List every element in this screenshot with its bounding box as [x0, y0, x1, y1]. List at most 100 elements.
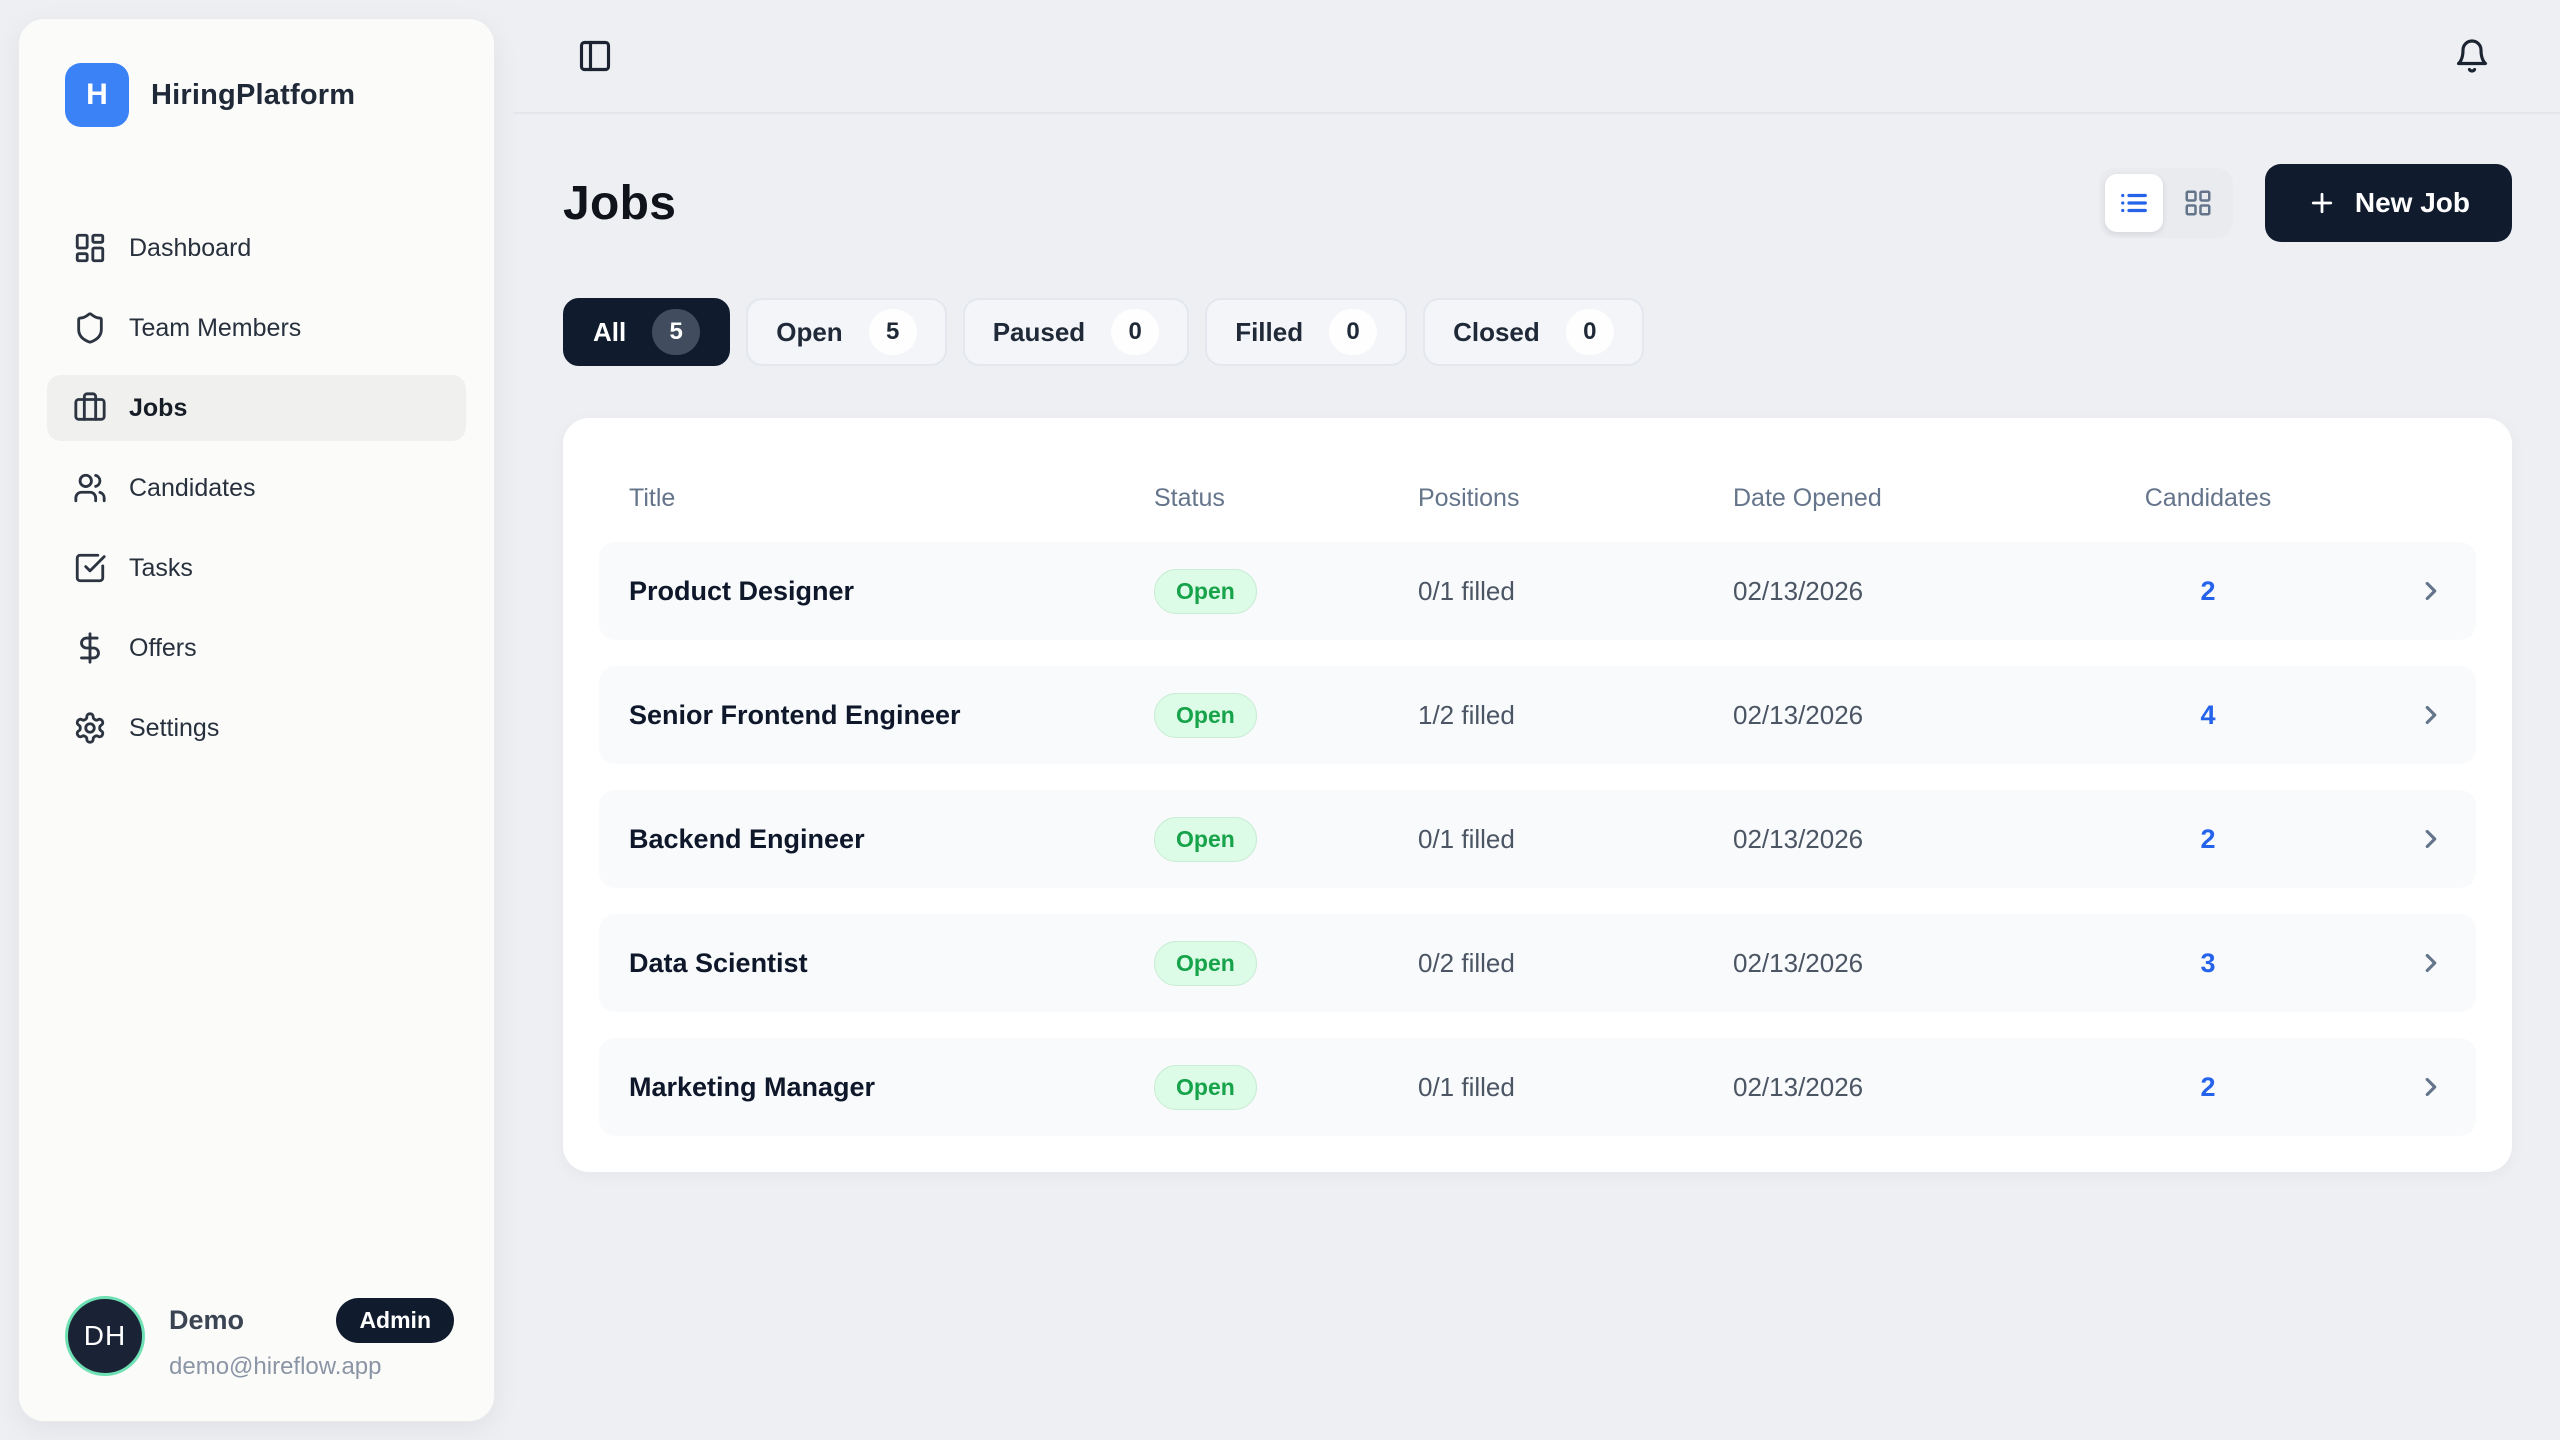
job-title: Product Designer — [629, 576, 1154, 607]
sidebar-nav: Dashboard Team Members Jobs Candidates T… — [47, 215, 466, 761]
sidebar-item-label: Settings — [129, 714, 219, 743]
sidebar-item[interactable]: Jobs — [47, 375, 466, 441]
positions-filled: 0/1 filled — [1418, 824, 1733, 855]
positions-filled: 1/2 filled — [1418, 700, 1733, 731]
date-opened: 02/13/2026 — [1733, 1072, 2132, 1103]
sidebar-item-label: Candidates — [129, 474, 255, 503]
app-logo-letter: H — [86, 78, 108, 112]
table-row[interactable]: Backend Engineer Open 0/1 filled 02/13/2… — [599, 790, 2476, 888]
col-date-opened: Date Opened — [1733, 484, 2132, 513]
sidebar-item[interactable]: Tasks — [47, 535, 466, 601]
list-view-icon — [2119, 188, 2149, 218]
page-title: Jobs — [563, 176, 676, 231]
sidebar-item[interactable]: Candidates — [47, 455, 466, 521]
status-badge: Open — [1154, 941, 1257, 986]
filter-tab[interactable]: Filled 0 — [1205, 298, 1407, 366]
grid-view-icon — [2183, 188, 2213, 218]
filter-label: Open — [776, 317, 842, 348]
dollar-icon — [73, 631, 107, 665]
col-status: Status — [1154, 484, 1418, 513]
col-title: Title — [629, 484, 1154, 513]
user-profile[interactable]: DH Demo Admin demo@hireflow.app — [65, 1296, 454, 1381]
grid-view-button[interactable] — [2169, 174, 2227, 232]
filter-tab[interactable]: Open 5 — [746, 298, 946, 366]
candidates-count[interactable]: 2 — [2132, 576, 2284, 607]
new-job-button[interactable]: New Job — [2265, 164, 2512, 242]
sidebar-item[interactable]: Settings — [47, 695, 466, 761]
job-title: Backend Engineer — [629, 824, 1154, 855]
view-toggle — [2099, 168, 2233, 238]
chevron-right-icon[interactable] — [2416, 824, 2446, 854]
avatar-initials: DH — [84, 1320, 126, 1352]
jobs-table-card: Title Status Positions Date Opened Candi… — [563, 418, 2512, 1172]
sidebar: H HiringPlatform Dashboard Team Members … — [18, 18, 495, 1422]
chevron-right-icon[interactable] — [2416, 576, 2446, 606]
positions-filled: 0/2 filled — [1418, 948, 1733, 979]
filter-label: Closed — [1453, 317, 1540, 348]
sidebar-item-label: Offers — [129, 634, 197, 663]
filter-tab[interactable]: Closed 0 — [1423, 298, 1644, 366]
col-positions: Positions — [1418, 484, 1733, 513]
shield-icon — [73, 311, 107, 345]
table-row[interactable]: Product Designer Open 0/1 filled 02/13/2… — [599, 542, 2476, 640]
user-email: demo@hireflow.app — [169, 1353, 454, 1381]
filter-count-badge: 5 — [869, 309, 917, 355]
job-title: Senior Frontend Engineer — [629, 700, 1154, 731]
table-header: Title Status Positions Date Opened Candi… — [599, 454, 2476, 542]
page-content: Jobs New Job All 5 — [513, 164, 2560, 1172]
filter-tab[interactable]: Paused 0 — [963, 298, 1190, 366]
filter-label: Filled — [1235, 317, 1303, 348]
new-job-label: New Job — [2355, 187, 2470, 219]
positions-filled: 0/1 filled — [1418, 1072, 1733, 1103]
candidates-count[interactable]: 2 — [2132, 1072, 2284, 1103]
job-title: Marketing Manager — [629, 1072, 1154, 1103]
role-badge: Admin — [336, 1298, 454, 1343]
candidates-count[interactable]: 2 — [2132, 824, 2284, 855]
sidebar-item[interactable]: Offers — [47, 615, 466, 681]
list-view-button[interactable] — [2105, 174, 2163, 232]
user-name: Demo — [169, 1305, 244, 1336]
filter-count-badge: 0 — [1329, 309, 1377, 355]
filter-count-badge: 0 — [1111, 309, 1159, 355]
avatar: DH — [65, 1296, 145, 1376]
status-badge: Open — [1154, 569, 1257, 614]
filter-count-badge: 0 — [1566, 309, 1614, 355]
table-row[interactable]: Data Scientist Open 0/2 filled 02/13/202… — [599, 914, 2476, 1012]
chevron-right-icon[interactable] — [2416, 1072, 2446, 1102]
sidebar-item-label: Team Members — [129, 314, 301, 343]
date-opened: 02/13/2026 — [1733, 948, 2132, 979]
chevron-right-icon[interactable] — [2416, 948, 2446, 978]
status-badge: Open — [1154, 817, 1257, 862]
app-logo: H — [65, 63, 129, 127]
task-check-icon — [73, 551, 107, 585]
candidates-count[interactable]: 3 — [2132, 948, 2284, 979]
users-icon — [73, 471, 107, 505]
filter-label: Paused — [993, 317, 1086, 348]
positions-filled: 0/1 filled — [1418, 576, 1733, 607]
filter-tab[interactable]: All 5 — [563, 298, 730, 366]
col-candidates: Candidates — [2132, 484, 2284, 513]
sidebar-item-label: Tasks — [129, 554, 193, 583]
table-body: Product Designer Open 0/1 filled 02/13/2… — [599, 542, 2476, 1136]
panel-left-icon[interactable] — [577, 38, 613, 74]
sidebar-item[interactable]: Dashboard — [47, 215, 466, 281]
table-row[interactable]: Senior Frontend Engineer Open 1/2 filled… — [599, 666, 2476, 764]
user-profile-details: Demo Admin demo@hireflow.app — [169, 1296, 454, 1381]
sidebar-item-label: Jobs — [129, 394, 187, 423]
bell-icon[interactable] — [2454, 38, 2490, 74]
filter-label: All — [593, 317, 626, 348]
chevron-right-icon[interactable] — [2416, 700, 2446, 730]
date-opened: 02/13/2026 — [1733, 824, 2132, 855]
dashboard-icon — [73, 231, 107, 265]
app-name: HiringPlatform — [151, 79, 355, 112]
date-opened: 02/13/2026 — [1733, 700, 2132, 731]
candidates-count[interactable]: 4 — [2132, 700, 2284, 731]
plus-icon — [2307, 188, 2337, 218]
status-filters: All 5 Open 5 Paused 0 Filled 0 Closed 0 — [563, 298, 2512, 366]
topbar — [513, 0, 2560, 114]
table-row[interactable]: Marketing Manager Open 0/1 filled 02/13/… — [599, 1038, 2476, 1136]
filter-count-badge: 5 — [652, 309, 700, 355]
gear-icon — [73, 711, 107, 745]
sidebar-item[interactable]: Team Members — [47, 295, 466, 361]
date-opened: 02/13/2026 — [1733, 576, 2132, 607]
